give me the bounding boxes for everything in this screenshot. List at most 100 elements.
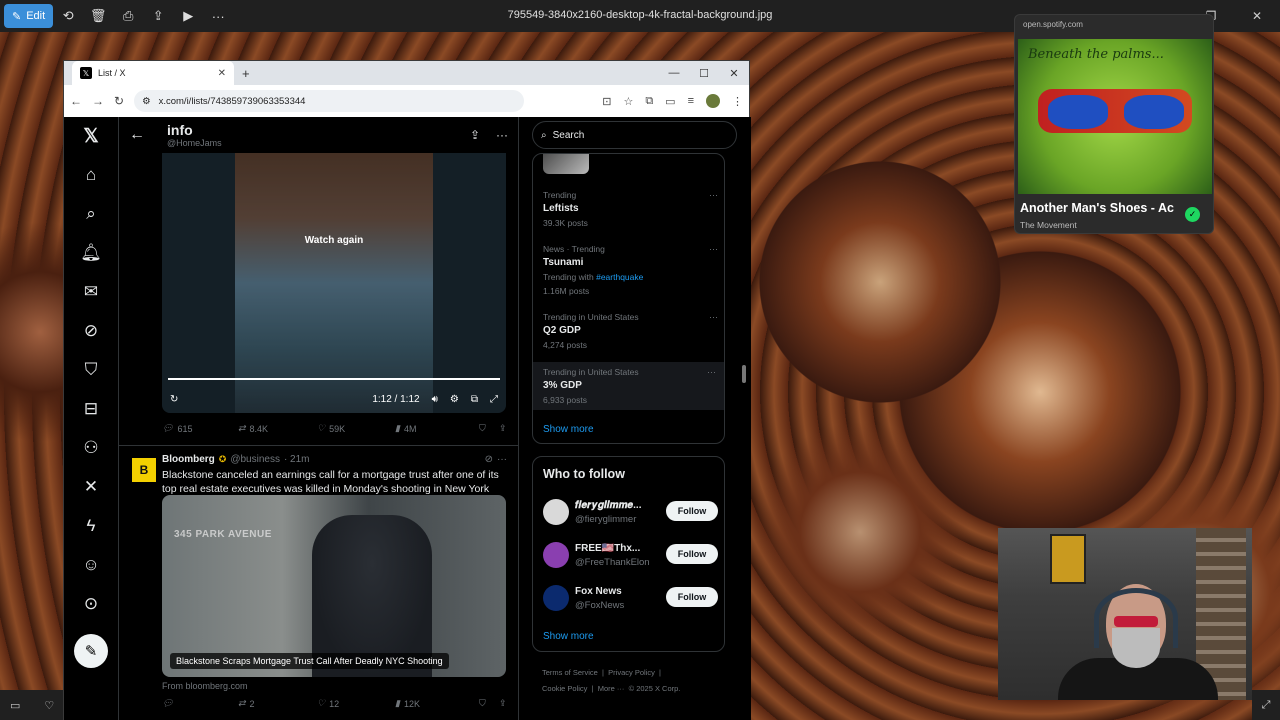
follow-suggestion[interactable]: FREE🇺🇸Thx... @FreeThankElon Follow [543, 542, 718, 572]
bookmarks-icon[interactable]: ⛉ [71, 350, 111, 389]
new-tab-icon[interactable]: + [242, 66, 250, 81]
settings-gear-icon[interactable]: ⚙ [450, 394, 459, 405]
fullscreen-icon[interactable]: ⤢ [490, 394, 498, 405]
trend-hashtag-link[interactable]: #earthquake [596, 272, 643, 282]
follow-suggestion[interactable]: 𝒇𝒊𝒆𝒓𝒚𝒈𝒍𝒊𝒎𝒎𝒆... @fieryglimmer Follow [543, 499, 718, 529]
explore-search-icon[interactable]: ⌕ [71, 194, 111, 233]
show-more-follow-link[interactable]: Show more [543, 631, 594, 642]
bookmark-icon[interactable]: ⛉ [479, 698, 499, 709]
avatar[interactable] [543, 542, 569, 568]
saved-check-icon[interactable]: ✓ [1185, 207, 1200, 222]
link-source[interactable]: From bloomberg.com [162, 681, 248, 691]
bookmark-star-icon[interactable]: ☆ [623, 95, 633, 108]
premium-x-icon[interactable]: ✕ [71, 467, 111, 506]
search-input[interactable]: ⌕ Search [532, 121, 737, 149]
terms-link[interactable]: Terms of Service [542, 668, 598, 677]
x-logo-icon[interactable]: 𝕏 [71, 117, 111, 155]
show-more-trends-link[interactable]: Show more [543, 424, 594, 435]
more-icon[interactable]: ··· [203, 4, 233, 28]
more-icon[interactable]: ··· [709, 312, 718, 322]
watch-again-button[interactable]: Watch again [162, 235, 506, 246]
tweet-author-name[interactable]: Bloomberg [162, 454, 215, 465]
bookmark-icon[interactable]: ⛉ [479, 423, 499, 434]
maximize-icon[interactable]: ☐ [689, 67, 719, 80]
install-icon[interactable]: ⊡ [602, 95, 611, 108]
reply-button[interactable]: 💬︎ [162, 698, 238, 709]
volume-icon[interactable]: 🔊︎ [432, 394, 438, 405]
print-icon[interactable]: ⎙ [113, 4, 143, 28]
notifications-bell-icon[interactable]: 🔔︎ [71, 233, 111, 272]
close-icon[interactable]: ✕ [719, 67, 749, 80]
repost-button[interactable]: ⇄ 2 [238, 698, 317, 709]
trend-item[interactable]: Trending Leftists 39.3K posts ··· [543, 190, 718, 228]
back-icon[interactable]: ← [70, 94, 82, 108]
share-icon[interactable]: ⇪ [470, 128, 480, 142]
trend-item[interactable]: News · Trending Tsunami Trending with #e… [543, 244, 718, 296]
reload-icon[interactable]: ↻ [114, 94, 124, 108]
like-button[interactable]: ♡ 59K [317, 423, 395, 434]
minimize-icon[interactable]: — [659, 67, 689, 80]
more-icon[interactable]: ··· [496, 128, 508, 142]
like-button[interactable]: ♡ 12 [317, 698, 395, 709]
share-icon[interactable]: ⇪ [143, 4, 173, 28]
back-arrow-icon[interactable]: ← [129, 126, 145, 144]
delete-icon[interactable]: 🗑 [83, 4, 113, 28]
video-player[interactable]: Watch again ↻ 1:12 / 1:12 🔊︎ ⚙ ⧉ ⤢ [162, 153, 506, 413]
tweet-handle[interactable]: @business [230, 454, 280, 465]
tweet-time[interactable]: · 21m [284, 454, 310, 465]
verified-orgs-bolt-icon[interactable]: ϟ [71, 506, 111, 545]
favorite-heart-icon[interactable]: ♡ [44, 699, 54, 712]
tab-close-icon[interactable]: ✕ [218, 68, 226, 79]
trend-item[interactable]: Trending in United States 3% GDP 6,933 p… [533, 362, 724, 410]
follow-button[interactable]: Follow [666, 587, 718, 607]
more-icon[interactable]: ··· [707, 367, 716, 377]
repost-button[interactable]: ⇄ 8.4K [238, 423, 317, 434]
album-art[interactable]: Beneath the palms... [1018, 39, 1212, 194]
avatar[interactable]: B [132, 458, 156, 482]
track-artist[interactable]: The Movement [1020, 220, 1077, 230]
grok-icon[interactable]: ⊘ [71, 311, 111, 350]
more-icon[interactable]: ··· [709, 244, 718, 254]
pip-icon[interactable]: ⧉ [471, 394, 478, 405]
more-icon[interactable]: ··· [497, 454, 507, 465]
close-icon[interactable]: ✕ [1234, 0, 1280, 32]
more-icon[interactable]: ··· [709, 190, 718, 200]
split-view-icon[interactable]: ▭ [665, 95, 675, 108]
cookie-link[interactable]: Cookie Policy [542, 684, 587, 693]
views-button[interactable]: ▮ 4M [395, 423, 479, 434]
tab-list-x[interactable]: 𝕏 List / X ✕ [72, 61, 234, 85]
spotify-mini-player[interactable]: open.spotify.com Beneath the palms... An… [1014, 14, 1214, 234]
follow-button[interactable]: Follow [666, 501, 718, 521]
browser-menu-icon[interactable]: ⋮ [732, 95, 743, 108]
video-progress-bar[interactable] [168, 378, 500, 380]
home-icon[interactable]: ⌂ [71, 155, 111, 194]
compose-post-icon[interactable]: ✎ [74, 634, 108, 668]
reply-button[interactable]: 💬︎ 615 [162, 423, 238, 434]
avatar[interactable] [543, 499, 569, 525]
tweet-link-card-image[interactable]: 345 PARK AVENUE Blackstone Scraps Mortga… [162, 495, 506, 677]
jobs-briefcase-icon[interactable]: ⊟ [71, 389, 111, 428]
follow-button[interactable]: Follow [666, 544, 718, 564]
media-icon[interactable]: ≡ [688, 95, 694, 107]
communities-icon[interactable]: ⚇ [71, 428, 111, 467]
extensions-icon[interactable]: ⧉ [645, 95, 653, 108]
forward-icon[interactable]: → [92, 94, 104, 108]
scrollbar[interactable] [742, 365, 746, 383]
replay-icon[interactable]: ↻ [170, 394, 178, 405]
privacy-link[interactable]: Privacy Policy [608, 668, 655, 677]
profile-icon[interactable]: ☺ [71, 545, 111, 584]
rotate-icon[interactable]: ⟲ [53, 4, 83, 28]
trend-item[interactable]: Trending in United States Q2 GDP 4,274 p… [543, 312, 718, 350]
filmstrip-icon[interactable]: ▭ [10, 699, 20, 712]
address-bar[interactable]: ⚙ x.com/i/lists/743859739063353344 [134, 90, 525, 112]
share-icon[interactable]: ⇪ [499, 423, 507, 434]
follow-suggestion[interactable]: Fox News @FoxNews Follow [543, 585, 718, 615]
views-button[interactable]: ▮ 12K [395, 698, 479, 709]
grok-icon[interactable]: ⊘ [485, 454, 493, 465]
edit-button[interactable]: ✎ Edit [4, 4, 54, 28]
avatar[interactable] [543, 585, 569, 611]
more-circle-icon[interactable]: ⊙ [71, 584, 111, 623]
expand-icon[interactable]: ⤢ [1252, 690, 1280, 720]
messages-envelope-icon[interactable]: ✉ [71, 272, 111, 311]
profile-avatar[interactable] [706, 94, 720, 108]
